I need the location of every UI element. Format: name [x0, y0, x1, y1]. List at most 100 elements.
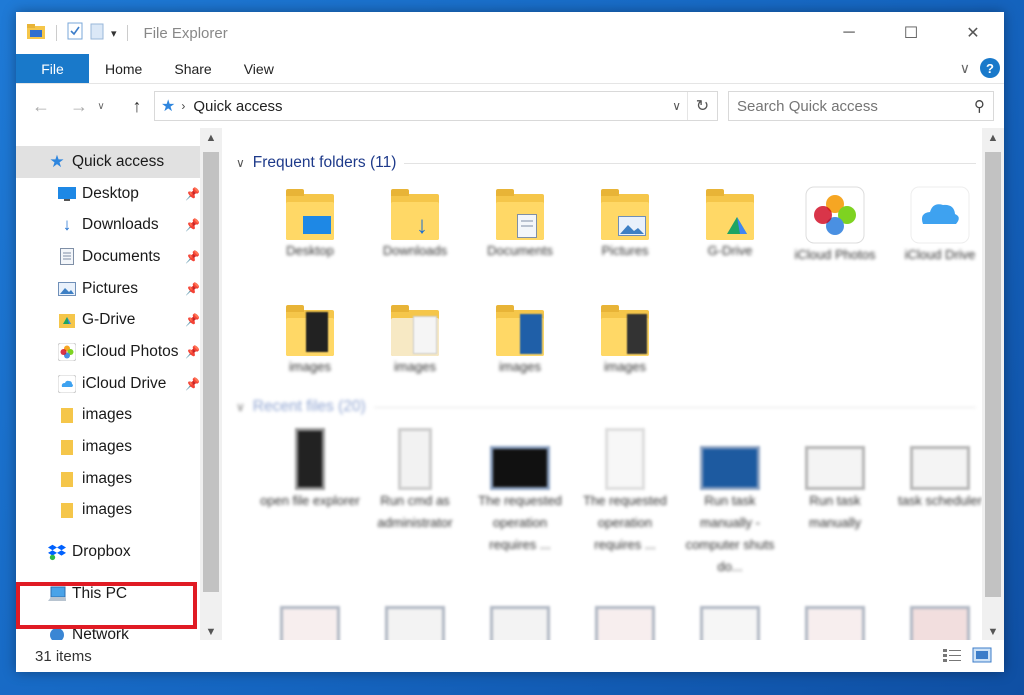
nav-item-dropbox[interactable]: Dropbox — [16, 536, 200, 568]
search-icon: ⚲ — [974, 98, 985, 115]
pin-icon[interactable]: 📌 — [185, 218, 200, 232]
folder-tile-images[interactable]: images — [260, 305, 360, 378]
tab-home[interactable]: Home — [89, 54, 158, 83]
recent-locations-icon[interactable]: ∨ — [94, 101, 108, 112]
new-folder-icon[interactable] — [89, 22, 105, 45]
nav-label: iCloud Drive — [82, 374, 167, 392]
forward-button[interactable]: → — [62, 96, 96, 117]
pin-icon[interactable]: 📌 — [185, 377, 200, 391]
collapse-chevron-icon: ∨ — [236, 156, 245, 170]
navigation-scrollbar[interactable]: ▲ ▼ — [200, 128, 222, 640]
nav-item-desktop[interactable]: Desktop 📌 — [16, 178, 200, 210]
file-thumbnail[interactable] — [805, 606, 865, 640]
details-view-icon[interactable] — [942, 647, 962, 663]
content-scrollbar[interactable]: ▲ ▼ — [982, 128, 1004, 640]
tile-label: G-Drive — [707, 243, 753, 258]
recent-file-tile[interactable]: open file explorer — [260, 428, 360, 512]
search-box[interactable]: ⚲ — [728, 91, 994, 121]
folder-tile-documents[interactable]: Documents — [470, 189, 570, 262]
nav-item-images[interactable]: images — [16, 463, 200, 495]
help-icon[interactable]: ? — [980, 58, 1000, 78]
tab-file[interactable]: File — [16, 54, 89, 83]
close-button[interactable]: ✕ — [942, 12, 1004, 54]
recent-file-tile[interactable]: The requested operation requires ... — [470, 446, 570, 556]
nav-label: Pictures — [82, 279, 138, 297]
customize-toolbar-icon[interactable]: ▾ — [111, 27, 117, 40]
scroll-up-arrow-icon[interactable]: ▲ — [200, 132, 222, 144]
frequent-folders-header[interactable]: ∨ Frequent folders (11) — [236, 154, 976, 172]
tab-view[interactable]: View — [228, 54, 290, 83]
scrollbar-thumb[interactable] — [203, 152, 219, 592]
address-bar-row: ← → ∨ ↑ ★ › Quick access ∨ ↻ ⚲ — [16, 84, 1004, 128]
folder-tile-icloud-drive[interactable]: iCloud Drive — [890, 186, 982, 266]
file-thumbnail — [605, 428, 645, 490]
breadcrumb-quick-access[interactable]: Quick access — [193, 98, 282, 115]
folder-icon — [706, 189, 754, 240]
pin-icon[interactable]: 📌 — [185, 345, 200, 359]
nav-item-documents[interactable]: Documents 📌 — [16, 241, 200, 273]
nav-item-g-drive[interactable]: G-Drive 📌 — [16, 304, 200, 336]
nav-item-images[interactable]: images — [16, 431, 200, 463]
nav-item-images[interactable]: images — [16, 400, 200, 432]
search-input[interactable] — [737, 97, 957, 115]
folder-icon — [286, 305, 334, 356]
pin-icon[interactable]: 📌 — [185, 313, 200, 327]
large-icons-view-icon[interactable] — [972, 647, 992, 663]
folder-tile-desktop[interactable]: Desktop — [260, 189, 360, 262]
tile-label: Run task manually - computer shuts do... — [685, 493, 775, 574]
address-field[interactable]: ★ › Quick access ∨ ↻ — [154, 91, 718, 121]
folder-tile-icloud-photos[interactable]: iCloud Photos — [785, 186, 885, 266]
nav-item-quick-access[interactable]: ★ Quick access — [16, 146, 200, 178]
navigation-tree: ★ Quick access Desktop 📌 ↓ Downloads 📌 D… — [16, 128, 200, 640]
recent-file-tile[interactable]: task scheduler — [890, 446, 982, 512]
recent-files-header[interactable]: ∨ Recent files (20) — [236, 398, 976, 416]
nav-label: Desktop — [82, 184, 139, 202]
folder-tile-downloads[interactable]: ↓ Downloads — [365, 189, 465, 262]
scroll-down-arrow-icon[interactable]: ▼ — [982, 626, 1004, 638]
icloud-drive-icon — [910, 186, 970, 244]
back-button[interactable]: ← — [24, 96, 58, 117]
file-thumbnail[interactable] — [385, 606, 445, 640]
recent-file-tile[interactable]: The requested operation requires ... — [575, 428, 675, 556]
scroll-down-arrow-icon[interactable]: ▼ — [200, 626, 222, 638]
folder-tile-images[interactable]: images — [575, 305, 675, 378]
nav-label: Downloads — [82, 216, 159, 234]
file-thumbnail[interactable] — [700, 606, 760, 640]
recent-file-tile[interactable]: Run task manually - computer shuts do... — [680, 446, 780, 578]
icloud-photos-icon — [805, 186, 865, 244]
refresh-button[interactable]: ↻ — [687, 92, 717, 120]
downloads-icon: ↓ — [62, 215, 72, 235]
folder-icon — [391, 305, 439, 356]
minimize-button[interactable]: ─ — [818, 12, 880, 54]
nav-item-pictures[interactable]: Pictures 📌 — [16, 273, 200, 305]
pin-icon[interactable]: 📌 — [185, 187, 200, 201]
up-button[interactable]: ↑ — [120, 96, 154, 117]
file-thumbnail[interactable] — [280, 606, 340, 640]
file-thumbnail[interactable] — [910, 606, 970, 640]
icloud-drive-icon — [58, 374, 76, 393]
properties-icon[interactable] — [67, 22, 83, 45]
scrollbar-thumb[interactable] — [985, 152, 1001, 597]
dropbox-icon — [48, 543, 66, 561]
scroll-up-arrow-icon[interactable]: ▲ — [982, 132, 1004, 144]
nav-item-icloud-drive[interactable]: iCloud Drive 📌 — [16, 368, 200, 400]
pin-icon[interactable]: 📌 — [185, 282, 200, 296]
recent-file-tile[interactable]: Run task manually — [785, 446, 885, 534]
nav-item-icloud-photos[interactable]: iCloud Photos 📌 — [16, 336, 200, 368]
address-dropdown-icon[interactable]: ∨ — [672, 99, 681, 113]
folder-tile-g-drive[interactable]: G-Drive — [680, 189, 780, 262]
nav-item-images[interactable]: images — [16, 495, 200, 527]
maximize-button[interactable]: ☐ — [880, 12, 942, 54]
folder-tile-images[interactable]: images — [470, 305, 570, 378]
folder-tile-images[interactable]: images — [365, 305, 465, 378]
file-thumbnail[interactable] — [595, 606, 655, 640]
pin-icon[interactable]: 📌 — [185, 250, 200, 264]
folder-tile-pictures[interactable]: Pictures — [575, 189, 675, 262]
nav-item-downloads[interactable]: ↓ Downloads 📌 — [16, 209, 200, 241]
group-title: Recent files (20) — [252, 398, 366, 415]
tab-share[interactable]: Share — [158, 54, 227, 83]
expand-ribbon-icon[interactable]: ∨ — [960, 60, 970, 77]
recent-file-tile[interactable]: Run cmd as administrator — [365, 428, 465, 534]
file-thumbnail[interactable] — [490, 606, 550, 640]
